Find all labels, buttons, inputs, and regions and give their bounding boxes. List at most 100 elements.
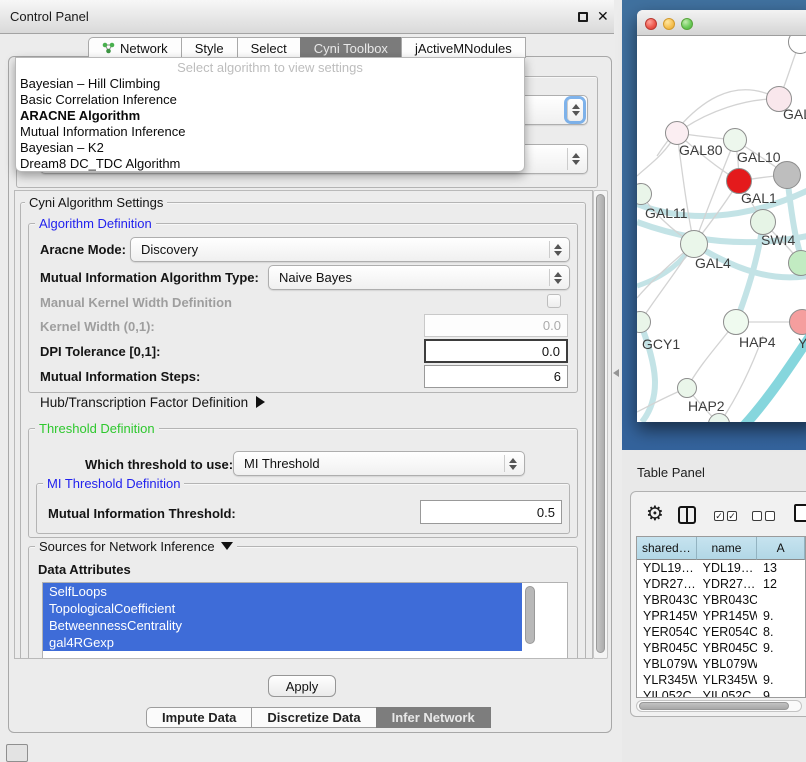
sources-title-label: Sources for Network Inference bbox=[39, 539, 215, 554]
kernel-width-label: Kernel Width (0,1): bbox=[40, 319, 155, 334]
tab-label: Discretize Data bbox=[267, 710, 360, 725]
network-node-label: HAP4 bbox=[739, 334, 776, 350]
cyni-bottom-tab[interactable]: Infer Network bbox=[376, 707, 491, 728]
window-zoom-icon[interactable] bbox=[681, 18, 693, 30]
table-horizontal-scrollbar-thumb[interactable] bbox=[639, 702, 789, 710]
table-row[interactable]: YBR043C YBR043C bbox=[637, 592, 805, 608]
cell-shared-name: YIL052C bbox=[637, 688, 697, 698]
algorithm-option[interactable]: Dream8 DC_TDC Algorithm bbox=[16, 156, 524, 172]
table-row[interactable]: YBL079W YBL079W bbox=[637, 656, 805, 672]
network-node-label: GAL11 bbox=[645, 205, 688, 221]
deselect-all-checkbox-icon[interactable] bbox=[752, 511, 762, 521]
algorithm-option[interactable]: ARACNE Algorithm bbox=[16, 108, 524, 124]
attribute-item-selected[interactable]: BetweennessCentrality bbox=[43, 617, 522, 634]
apply-button-label: Apply bbox=[286, 679, 319, 694]
table-row[interactable]: YDL19… YDL19… 13 bbox=[637, 560, 805, 576]
algorithm-option[interactable]: Mutual Information Inference bbox=[16, 124, 524, 140]
data-attributes-list: SelfLoops TopologicalCoefficient Between… bbox=[42, 582, 568, 659]
attribute-item-selected[interactable]: SelfLoops bbox=[43, 583, 522, 600]
network-node-label: GAL10 bbox=[737, 149, 781, 165]
export-table-icon[interactable] bbox=[794, 504, 806, 522]
cell-name: YDR27… bbox=[697, 576, 757, 592]
bottom-left-corner-button[interactable] bbox=[6, 744, 28, 762]
cell-shared-name: YBR043C bbox=[637, 592, 697, 608]
cell-value: 9. bbox=[757, 640, 805, 656]
mi-threshold-label: Mutual Information Threshold: bbox=[48, 506, 236, 521]
network-node[interactable] bbox=[723, 309, 749, 335]
algorithm-definition-title: Algorithm Definition bbox=[35, 216, 156, 231]
cyni-bottom-tab[interactable]: Impute Data bbox=[146, 707, 252, 728]
network-view-window[interactable]: GALGAL80GAL10GAL1GAL11SWI4GAL4GCY1HAP4YH… bbox=[637, 10, 806, 422]
cell-value: 9. bbox=[757, 672, 805, 688]
table-row[interactable]: YDR27… YDR27… 12 bbox=[637, 576, 805, 592]
table-horizontal-scrollbar[interactable] bbox=[636, 700, 802, 712]
table-column-header[interactable]: A bbox=[757, 537, 805, 560]
mi-threshold-field[interactable]: 0.5 bbox=[420, 500, 562, 524]
attribute-list-scrollbar[interactable] bbox=[525, 586, 535, 644]
which-threshold-label: Which threshold to use: bbox=[85, 457, 233, 472]
which-threshold-combo[interactable]: MI Threshold bbox=[233, 451, 525, 476]
column-browser-icon[interactable] bbox=[678, 506, 696, 524]
table-row[interactable]: YER054C YER054C 8. bbox=[637, 624, 805, 640]
select-all-checkbox-icon[interactable]: ✓ bbox=[727, 511, 737, 521]
aracne-mode-label: Aracne Mode: bbox=[40, 242, 126, 257]
control-panel-tab[interactable]: Network bbox=[88, 37, 182, 58]
aracne-mode-combo[interactable]: Discovery bbox=[130, 237, 570, 262]
select-all-checkbox-icon[interactable]: ✓ bbox=[714, 511, 724, 521]
dpi-tolerance-field[interactable]: 0.0 bbox=[424, 339, 568, 363]
control-panel-tab[interactable]: Cyni Toolbox bbox=[300, 37, 402, 58]
network-node-label: GAL80 bbox=[679, 142, 723, 158]
network-node[interactable] bbox=[680, 230, 708, 258]
float-panel-icon[interactable] bbox=[578, 12, 588, 22]
combo-stepper bbox=[504, 455, 520, 472]
combo-stepper bbox=[567, 99, 583, 121]
window-close-icon[interactable] bbox=[645, 18, 657, 30]
attribute-item-selected[interactable]: TopologicalCoefficient bbox=[43, 600, 522, 617]
close-panel-icon[interactable]: ✕ bbox=[597, 8, 609, 25]
control-panel-tab[interactable]: jActiveMNodules bbox=[401, 37, 526, 58]
mi-steps-field[interactable]: 6 bbox=[424, 365, 568, 388]
table-row[interactable]: YPR145W YPR145W 9. bbox=[637, 608, 805, 624]
manual-kernel-width-checkbox[interactable] bbox=[547, 294, 561, 308]
dpi-tolerance-value: 0.0 bbox=[542, 344, 560, 359]
network-node[interactable] bbox=[773, 161, 801, 189]
attribute-item-selected[interactable]: gal4RGexp bbox=[43, 634, 522, 651]
settings-scrollbar-thumb[interactable] bbox=[596, 194, 605, 653]
settings-scrollbar[interactable] bbox=[593, 190, 608, 659]
network-window-titlebar[interactable] bbox=[637, 10, 806, 36]
control-panel-tab[interactable]: Style bbox=[181, 37, 238, 58]
table-row[interactable]: YLR345W YLR345W 9. bbox=[637, 672, 805, 688]
hub-tf-definition-expander[interactable]: Hub/Transcription Factor Definition bbox=[40, 395, 265, 410]
mi-steps-label: Mutual Information Steps: bbox=[40, 369, 200, 384]
tab-label: Impute Data bbox=[162, 710, 236, 725]
mi-threshold-value: 0.5 bbox=[537, 505, 555, 520]
split-pane-handle[interactable] bbox=[613, 369, 619, 377]
cell-shared-name: YBL079W bbox=[637, 656, 697, 672]
algorithm-option[interactable]: Bayesian – Hill Climbing bbox=[16, 76, 524, 92]
mi-algorithm-type-combo[interactable]: Naive Bayes bbox=[268, 265, 570, 290]
data-attributes-label: Data Attributes bbox=[38, 562, 131, 577]
algorithm-option[interactable]: Basic Correlation Inference bbox=[16, 92, 524, 108]
network-node[interactable] bbox=[677, 378, 697, 398]
combo-stepper bbox=[567, 148, 583, 170]
network-canvas[interactable]: GALGAL80GAL10GAL1GAL11SWI4GAL4GCY1HAP4YH… bbox=[637, 36, 806, 422]
table-column-header[interactable]: shared… bbox=[637, 537, 697, 560]
kernel-width-field[interactable]: 0.0 bbox=[424, 314, 568, 337]
cyni-bottom-tab[interactable]: Discretize Data bbox=[251, 707, 376, 728]
tab-label: Network bbox=[120, 41, 168, 56]
combo-stepper bbox=[549, 241, 565, 258]
mi-steps-value: 6 bbox=[554, 369, 561, 384]
table-row[interactable]: YBR045C YBR045C 9. bbox=[637, 640, 805, 656]
table-settings-gear-icon[interactable]: ⚙ bbox=[646, 503, 664, 525]
algorithm-option[interactable]: Bayesian – K2 bbox=[16, 140, 524, 156]
sources-title[interactable]: Sources for Network Inference bbox=[35, 539, 237, 554]
table-row[interactable]: YIL052C YIL052C 9. bbox=[637, 688, 805, 698]
control-panel-tab[interactable]: Select bbox=[237, 37, 301, 58]
node-table-header: shared… name A bbox=[637, 537, 805, 560]
cell-name: YLR345W bbox=[697, 672, 757, 688]
window-minimize-icon[interactable] bbox=[663, 18, 675, 30]
apply-button[interactable]: Apply bbox=[268, 675, 336, 697]
aracne-mode-value: Discovery bbox=[141, 242, 198, 257]
table-column-header[interactable]: name bbox=[697, 537, 758, 560]
deselect-all-checkbox-icon[interactable] bbox=[765, 511, 775, 521]
